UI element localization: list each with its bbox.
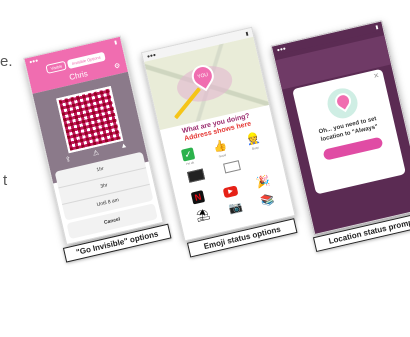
youtube-icon: ▶: [222, 185, 239, 199]
netflix-icon: N: [190, 190, 206, 205]
warning-icon[interactable]: ⚠: [92, 149, 100, 157]
screenshot-collage: ●●● ▮ Visible Invisible Options Chris ⚙ ⇪…: [0, 0, 410, 337]
cropped-text-fragment: t: [3, 172, 8, 189]
pin-label: YOU: [196, 71, 209, 81]
location-modal: ✕ Oh... you need to set location to "Alw…: [292, 68, 407, 195]
laptop-icon: [186, 168, 205, 183]
emoji-youtube[interactable]: ▶: [222, 182, 239, 199]
emoji-laptop[interactable]: [186, 168, 206, 187]
qr-code: [56, 86, 124, 154]
emoji-busy[interactable]: 👷 Busy: [245, 132, 262, 152]
books-icon: 📚: [259, 193, 276, 209]
emoji-party[interactable]: 🎉: [255, 175, 271, 191]
thumbs-up-icon: 👍: [212, 139, 229, 155]
close-icon[interactable]: ✕: [373, 71, 380, 80]
emoji-camera[interactable]: 📷: [227, 201, 243, 217]
emoji-beach[interactable]: ⛱: [195, 208, 212, 224]
emoji-status-screen: ●●● ▮ YOU What are you doing? Address sho…: [140, 26, 296, 242]
share-icon[interactable]: ⇪: [64, 155, 72, 164]
emoji-books[interactable]: 📚: [260, 193, 276, 209]
emoji-good[interactable]: 👍 Good: [212, 140, 229, 160]
emoji-ok[interactable]: ✓ I'm ok: [180, 147, 197, 166]
party-popper-icon: 🎉: [255, 174, 272, 190]
location-illustration: [324, 85, 361, 122]
worker-icon: 👷: [245, 131, 262, 147]
emoji-netflix[interactable]: N: [190, 190, 206, 205]
alert-icon[interactable]: ▲: [120, 142, 129, 151]
beach-icon: ⛱: [194, 208, 212, 224]
gear-icon[interactable]: ⚙: [113, 61, 122, 70]
location-pin-icon: [332, 90, 355, 113]
go-invisible-screen: ●●● ▮ Visible Invisible Options Chris ⚙ ⇪…: [23, 35, 164, 246]
profile-name-label: Chris: [68, 69, 89, 83]
emoji-tv[interactable]: [223, 160, 243, 178]
tv-icon: [223, 160, 242, 174]
camera-icon: 📷: [227, 200, 244, 216]
emoji-blank[interactable]: [260, 155, 266, 170]
